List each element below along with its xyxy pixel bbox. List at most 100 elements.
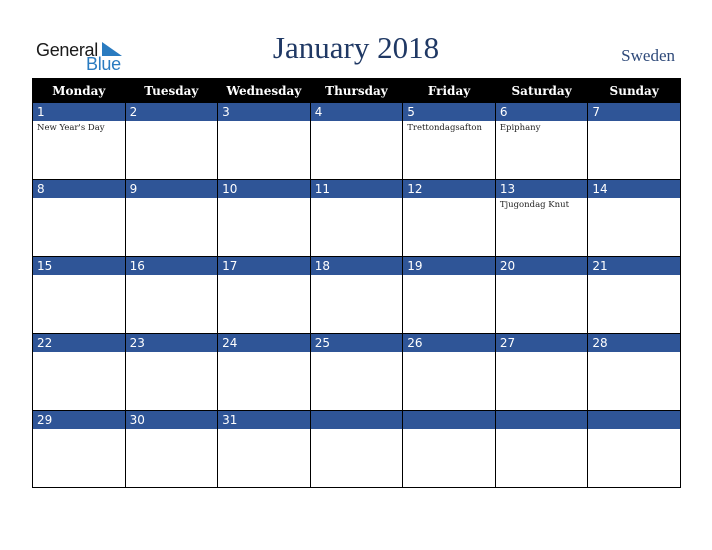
holiday-label	[126, 429, 218, 431]
holiday-label	[218, 198, 310, 200]
day-number: 9	[125, 180, 218, 198]
day-cell[interactable]	[309, 410, 404, 488]
day-number	[310, 411, 403, 429]
holiday-label: Trettondagsafton	[407, 123, 482, 133]
day-number: 14	[588, 180, 680, 198]
holiday-label	[126, 275, 218, 277]
day-cell[interactable]: 29	[32, 410, 126, 488]
day-number: 30	[125, 411, 218, 429]
holiday-label	[403, 198, 495, 200]
day-cell[interactable]: 20	[494, 256, 589, 334]
weekday-header-wednesday: Wednesday	[217, 78, 311, 103]
day-number: 17	[218, 257, 310, 275]
holiday-label	[403, 352, 495, 354]
holiday-label: New Year's Day	[37, 123, 105, 133]
holiday-label	[496, 352, 588, 354]
day-number: 19	[403, 257, 495, 275]
day-number: 27	[495, 334, 588, 352]
day-cell[interactable]: 31	[217, 410, 311, 488]
holiday-label	[218, 429, 310, 431]
day-number: 1	[33, 103, 125, 121]
day-cell[interactable]: 15	[32, 256, 126, 334]
day-number: 2	[125, 103, 218, 121]
holiday-label	[33, 352, 125, 354]
day-number: 23	[125, 334, 218, 352]
day-number: 15	[33, 257, 125, 275]
holiday-label	[33, 275, 125, 277]
holiday-label	[588, 121, 680, 123]
day-number: 29	[33, 411, 125, 429]
holiday-label	[33, 429, 125, 431]
day-cell[interactable]: 17	[217, 256, 311, 334]
day-number: 6	[495, 103, 588, 121]
weekday-header-row: Monday Tuesday Wednesday Thursday Friday Satu…	[32, 78, 681, 103]
day-cell[interactable]: 3	[217, 102, 311, 180]
day-cell[interactable]: 5 Trettondagsafton	[402, 102, 496, 180]
day-cell[interactable]: 25	[309, 333, 404, 411]
holiday-label	[496, 429, 588, 431]
day-cell[interactable]: 1 New Year's Day	[32, 102, 126, 180]
day-number: 31	[218, 411, 310, 429]
week-row: 15 16 17 18 19 20 21	[32, 256, 681, 334]
day-cell[interactable]: 23	[124, 333, 219, 411]
week-row: 22 23 24 25 26 27 28	[32, 333, 681, 411]
holiday-label	[588, 198, 680, 200]
day-cell[interactable]: 30	[124, 410, 219, 488]
day-cell[interactable]: 9	[124, 179, 219, 257]
day-number	[403, 411, 495, 429]
day-cell[interactable]: 4	[309, 102, 404, 180]
day-number: 18	[310, 257, 403, 275]
day-cell[interactable]: 19	[402, 256, 496, 334]
week-row: 1 New Year's Day 2 3 4 5 Trettondagsafton 6 Epip…	[32, 102, 681, 180]
holiday-label	[311, 121, 403, 123]
calendar-title: January 2018	[272, 30, 440, 65]
week-row: 8 9 10 11 12 13 Tjugondag Knut 14	[32, 179, 681, 257]
day-cell[interactable]: 27	[494, 333, 589, 411]
holiday-label	[403, 429, 495, 431]
day-cell[interactable]: 21	[587, 256, 681, 334]
holiday-label	[588, 275, 680, 277]
day-number: 22	[33, 334, 125, 352]
day-number: 26	[403, 334, 495, 352]
day-number: 10	[218, 180, 310, 198]
day-cell[interactable]: 24	[217, 333, 311, 411]
day-number: 8	[33, 180, 125, 198]
day-cell[interactable]	[494, 410, 589, 488]
day-cell[interactable]: 22	[32, 333, 126, 411]
day-cell[interactable]: 2	[124, 102, 219, 180]
day-cell[interactable]: 8	[32, 179, 126, 257]
day-number: 28	[588, 334, 680, 352]
holiday-label: Tjugondag Knut	[499, 200, 569, 210]
day-cell[interactable]	[587, 410, 681, 488]
day-number: 3	[218, 103, 310, 121]
day-cell[interactable]: 7	[587, 102, 681, 180]
day-cell[interactable]: 10	[217, 179, 311, 257]
weekday-header-sunday: Sunday	[587, 78, 681, 103]
holiday-label	[311, 352, 403, 354]
day-number: 24	[218, 334, 310, 352]
day-cell[interactable]: 18	[309, 256, 404, 334]
day-cell[interactable]: 16	[124, 256, 219, 334]
weekday-header-monday: Monday	[32, 78, 126, 103]
day-cell[interactable]: 14	[587, 179, 681, 257]
holiday-label	[126, 198, 218, 200]
weekday-header-tuesday: Tuesday	[124, 78, 219, 103]
day-cell[interactable]: 26	[402, 333, 496, 411]
day-cell[interactable]: 13 Tjugondag Knut	[494, 179, 589, 257]
day-number: 16	[125, 257, 218, 275]
day-number	[495, 411, 588, 429]
day-number: 7	[588, 103, 680, 121]
day-cell[interactable]: 11	[309, 179, 404, 257]
day-cell[interactable]: 6 Epiphany	[494, 102, 589, 180]
holiday-label	[218, 352, 310, 354]
day-cell[interactable]: 12	[402, 179, 496, 257]
holiday-label	[126, 352, 218, 354]
week-row: 29 30 31	[32, 410, 681, 488]
holiday-label: Epiphany	[499, 123, 541, 133]
day-number: 5	[403, 103, 495, 121]
day-cell[interactable]: 28	[587, 333, 681, 411]
day-cell[interactable]	[402, 410, 496, 488]
holiday-label	[311, 275, 403, 277]
day-number: 4	[310, 103, 403, 121]
day-number: 12	[403, 180, 495, 198]
